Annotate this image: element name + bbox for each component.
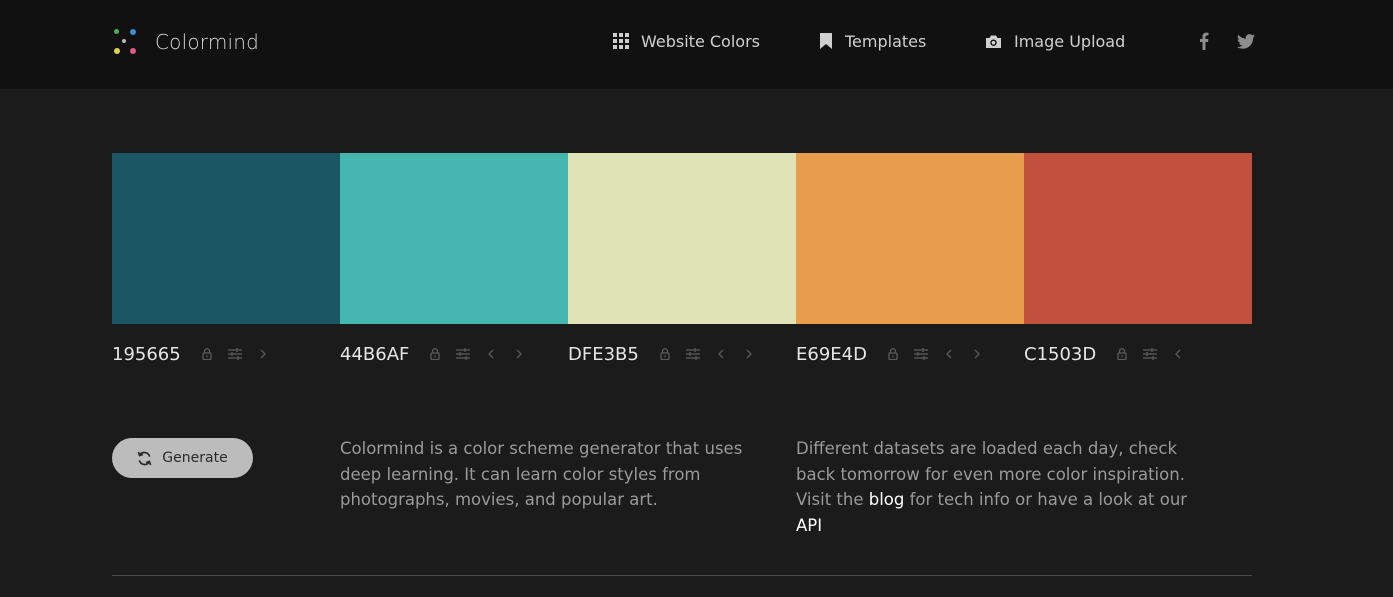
swatch-controls-2: 44B6AF <box>340 341 533 367</box>
bookmark-icon <box>820 32 832 49</box>
refresh-icon <box>137 451 152 465</box>
api-link[interactable]: API <box>796 516 822 535</box>
lock-icon[interactable] <box>193 341 221 367</box>
move-right-chevron-icon[interactable] <box>249 341 277 367</box>
adjust-sliders-icon[interactable] <box>679 341 707 367</box>
top-navigation-bar: Colormind Website Colors Templates Image… <box>0 0 1393 89</box>
hex-code[interactable]: 195665 <box>112 344 181 365</box>
swatch-controls-1: 195665 <box>112 341 277 367</box>
twitter-link[interactable] <box>1237 31 1255 51</box>
nav-templates[interactable]: Templates <box>819 30 926 52</box>
blog-link[interactable]: blog <box>869 490 905 509</box>
color-swatch-4[interactable] <box>796 153 1024 324</box>
adjust-sliders-icon[interactable] <box>907 341 935 367</box>
lock-icon[interactable] <box>651 341 679 367</box>
about-description: Colormind is a color scheme generator th… <box>340 439 743 509</box>
nav-website-colors[interactable]: Website Colors <box>613 30 760 52</box>
adjust-sliders-icon[interactable] <box>1136 341 1164 367</box>
hex-code[interactable]: E69E4D <box>796 344 867 365</box>
footer-divider <box>112 575 1252 576</box>
color-swatch-3[interactable] <box>568 153 796 324</box>
move-left-chevron-icon[interactable] <box>707 341 735 367</box>
brand-name: Colormind <box>155 30 260 54</box>
nav-website-colors-label: Website Colors <box>641 31 760 51</box>
lock-icon[interactable] <box>421 341 449 367</box>
color-swatch-1[interactable] <box>112 153 340 324</box>
move-right-chevron-icon[interactable] <box>505 341 533 367</box>
grid-icon <box>613 33 629 49</box>
facebook-link[interactable] <box>1199 31 1209 51</box>
facebook-icon <box>1200 32 1209 50</box>
swatch-controls-3: DFE3B5 <box>568 341 763 367</box>
move-left-chevron-icon[interactable] <box>477 341 505 367</box>
hex-code[interactable]: DFE3B5 <box>568 344 639 365</box>
move-left-chevron-icon[interactable] <box>935 341 963 367</box>
datasets-text-middle: for tech info or have a look at our <box>909 490 1188 509</box>
adjust-sliders-icon[interactable] <box>449 341 477 367</box>
colormind-logo-icon <box>111 28 139 56</box>
hex-code[interactable]: 44B6AF <box>340 344 409 365</box>
datasets-description: Different datasets are loaded each day, … <box>796 436 1206 538</box>
move-left-chevron-icon[interactable] <box>1164 341 1192 367</box>
swatch-controls-5: C1503D <box>1024 341 1192 367</box>
camera-icon <box>986 35 1001 48</box>
generate-button-label: Generate <box>162 450 228 466</box>
nav-image-upload-label: Image Upload <box>1014 31 1126 51</box>
swatch-controls-4: E69E4D <box>796 341 991 367</box>
generate-button[interactable]: Generate <box>112 438 253 478</box>
hex-code[interactable]: C1503D <box>1024 344 1096 365</box>
brand-logo[interactable]: Colormind <box>111 27 259 57</box>
color-swatch-2[interactable] <box>340 153 568 324</box>
twitter-icon <box>1237 33 1255 49</box>
color-swatch-5[interactable] <box>1024 153 1252 324</box>
nav-templates-label: Templates <box>845 31 927 51</box>
adjust-sliders-icon[interactable] <box>221 341 249 367</box>
nav-image-upload[interactable]: Image Upload <box>985 30 1125 52</box>
move-right-chevron-icon[interactable] <box>735 341 763 367</box>
lock-icon[interactable] <box>879 341 907 367</box>
move-right-chevron-icon[interactable] <box>963 341 991 367</box>
lock-icon[interactable] <box>1108 341 1136 367</box>
